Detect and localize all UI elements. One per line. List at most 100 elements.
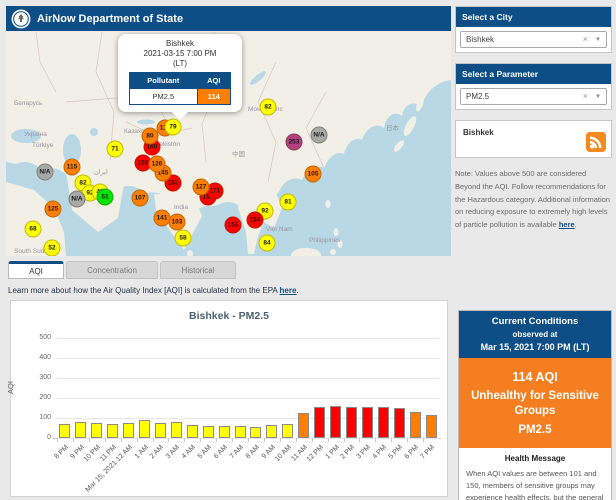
- health-message-section: Health Message When AQI values are betwe…: [459, 448, 611, 500]
- chart-bar[interactable]: [139, 420, 150, 438]
- popup-aqi-table: Pollutant AQI PM2.5 114: [129, 72, 231, 105]
- aqi-marker[interactable]: 253: [286, 134, 303, 151]
- parameter-clear-icon[interactable]: ×: [583, 92, 588, 101]
- chart-y-tick-label: 300: [17, 374, 51, 381]
- chart-bar[interactable]: [266, 425, 277, 438]
- aqi-marker[interactable]: 126: [149, 156, 166, 173]
- chart-gridline: [57, 338, 439, 339]
- chart-bar[interactable]: [330, 406, 341, 438]
- aqi-marker[interactable]: 103: [169, 214, 186, 231]
- chart-bar[interactable]: [203, 426, 214, 438]
- chart-bar[interactable]: [314, 407, 325, 438]
- city-chevron-down-icon[interactable]: ▼: [595, 37, 601, 43]
- aqi-marker[interactable]: 107: [132, 190, 149, 207]
- chart-x-tick: [200, 438, 201, 442]
- city-select[interactable]: Bishkek × ▼: [460, 31, 607, 48]
- chart-bar[interactable]: [378, 407, 389, 438]
- chart-bar[interactable]: [107, 424, 118, 438]
- chart-bar[interactable]: [91, 423, 102, 438]
- chart-bar[interactable]: [59, 424, 70, 438]
- health-message-text: When AQI values are between 101 and 150,…: [466, 468, 604, 500]
- tab-historical[interactable]: Historical: [160, 261, 236, 279]
- chart-bar[interactable]: [426, 415, 437, 438]
- map-popup: Bishkek 2021-03-15 7:00 PM (LT) Pollutan…: [118, 34, 242, 112]
- chart-bar[interactable]: [123, 423, 134, 438]
- aqi-marker[interactable]: 81: [280, 194, 297, 211]
- chart-x-tick: [232, 438, 233, 442]
- chart-y-tick-label: 500: [17, 334, 51, 341]
- map-place-label: Philippines: [309, 237, 340, 244]
- learn-more-suffix: .: [296, 286, 298, 295]
- popup-pollutant-value: PM2.5: [130, 89, 198, 105]
- chart-x-tick: [423, 438, 424, 442]
- tab-concentration[interactable]: Concentration: [66, 261, 158, 279]
- aqi-marker[interactable]: 79: [165, 119, 182, 136]
- aqi-marker[interactable]: 105: [305, 166, 322, 183]
- chart-x-tick: [344, 438, 345, 442]
- chart-bar[interactable]: [250, 427, 261, 438]
- chart-bar[interactable]: [235, 426, 246, 438]
- aqi-marker[interactable]: 82: [260, 99, 277, 116]
- aqi-marker[interactable]: N/A: [37, 164, 54, 181]
- current-aqi-block: 114 AQI Unhealthy for Sensitive Groups P…: [459, 358, 611, 448]
- chart-bar[interactable]: [282, 424, 293, 438]
- map-place-label: Україна: [24, 131, 47, 138]
- chart-x-tick: [153, 438, 154, 442]
- chart-bar[interactable]: [362, 407, 373, 438]
- select-parameter-header: Select a Parameter: [456, 64, 611, 84]
- app-header: AirNow Department of State: [6, 6, 451, 31]
- city-clear-icon[interactable]: ×: [583, 35, 588, 44]
- city-select-value: Bishkek: [466, 35, 583, 44]
- aqi-marker[interactable]: 84: [259, 235, 276, 252]
- chart-x-tick: [391, 438, 392, 442]
- aqi-marker[interactable]: 71: [107, 141, 124, 158]
- rss-feed-icon[interactable]: [586, 132, 606, 152]
- aqi-marker[interactable]: 115: [64, 159, 81, 176]
- map-place-label: India: [174, 204, 188, 211]
- chart-bar[interactable]: [171, 422, 182, 438]
- chart-x-tick: [328, 438, 329, 442]
- chart-bar[interactable]: [219, 426, 230, 438]
- chart-bar[interactable]: [410, 412, 421, 438]
- aqi-marker[interactable]: 68: [25, 221, 42, 238]
- chart-bar[interactable]: [394, 408, 405, 438]
- aqi-marker[interactable]: 52: [44, 240, 61, 257]
- tab-aqi[interactable]: AQI: [8, 261, 64, 279]
- aqi-marker[interactable]: 51: [97, 189, 114, 206]
- aqi-marker[interactable]: 153: [225, 217, 242, 234]
- aqi-marker[interactable]: 125: [45, 201, 62, 218]
- aqi-marker[interactable]: 58: [175, 230, 192, 247]
- aqi-marker[interactable]: N/A: [69, 191, 86, 208]
- chart-bar[interactable]: [187, 425, 198, 438]
- parameter-select[interactable]: PM2.5 × ▼: [460, 88, 607, 105]
- popup-datetime: 2021-03-15 7:00 PM: [121, 49, 239, 59]
- chart-plot-area: 01002003004005008 PM9 PM10 PM11 PMMar 15…: [57, 338, 439, 438]
- current-conditions-panel: Current Conditions observed at Mar 15, 2…: [458, 310, 612, 500]
- chart-x-tick: [248, 438, 249, 442]
- note-here-link[interactable]: here: [559, 220, 575, 229]
- parameter-chevron-down-icon[interactable]: ▼: [595, 94, 601, 100]
- observed-datetime: Mar 15, 2021 7:00 PM (LT): [461, 342, 609, 352]
- note-text: Note: Values above 500 are considered Be…: [455, 169, 610, 229]
- chart-title: Bishkek - PM2.5: [11, 310, 447, 322]
- aqi-marker[interactable]: N/A: [311, 127, 328, 144]
- aqi-marker[interactable]: 154: [247, 212, 264, 229]
- popup-pollutant-header: Pollutant: [130, 73, 198, 89]
- aqi-map[interactable]: БеларусьУкраїнаTürkiyeКазахстанOʻzbekist…: [6, 32, 451, 256]
- chart-x-tick: [216, 438, 217, 442]
- chart-x-tick: [57, 438, 58, 442]
- learn-more-here-link[interactable]: here: [280, 286, 297, 295]
- chart-bar[interactable]: [346, 407, 357, 438]
- chart-bar[interactable]: [155, 423, 166, 438]
- map-place-label: 中国: [232, 148, 245, 158]
- state-department-seal-icon: [11, 9, 31, 29]
- current-conditions-header: Current Conditions observed at Mar 15, 2…: [459, 311, 611, 358]
- chart-bar[interactable]: [298, 413, 309, 438]
- aqi-chart-panel: Bishkek - PM2.5 AQI 01002003004005008 PM…: [10, 300, 448, 497]
- learn-more-text: Learn more about how the Air Quality Ind…: [8, 286, 280, 295]
- chart-bar[interactable]: [75, 422, 86, 438]
- popup-city: Bishkek: [121, 39, 239, 49]
- current-aqi-value: 114 AQI: [465, 370, 605, 384]
- page: AirNow Department of State: [0, 0, 616, 500]
- aqi-marker[interactable]: 127: [193, 179, 210, 196]
